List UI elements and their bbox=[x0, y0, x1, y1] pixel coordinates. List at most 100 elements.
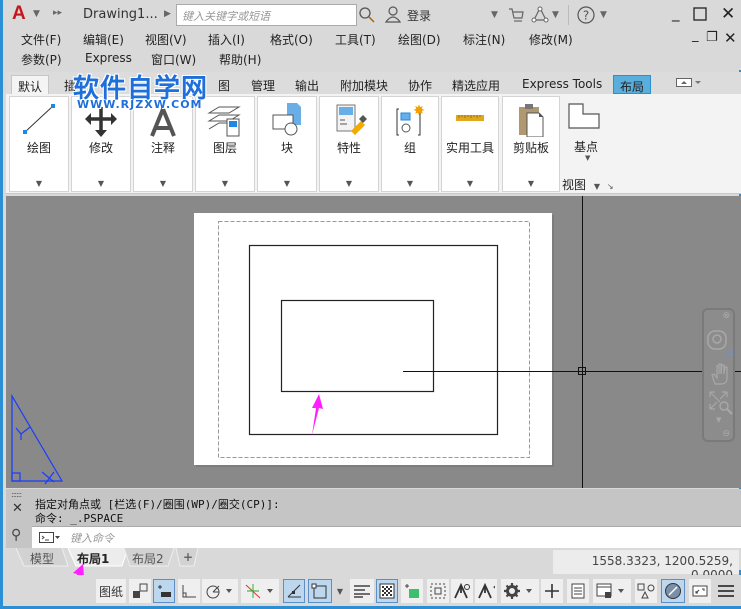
panel-group[interactable]: ✸ 组 ▼ bbox=[381, 96, 439, 192]
maximize-viewport-button[interactable] bbox=[129, 579, 151, 603]
panel-clipboard-expand-icon[interactable]: ▼ bbox=[503, 179, 559, 188]
command-input[interactable]: 键入命令 bbox=[32, 526, 741, 548]
object-snap-tracking-button[interactable] bbox=[241, 579, 279, 603]
tab-collaborate[interactable]: 协作 bbox=[402, 75, 438, 94]
panel-draw[interactable]: 绘图 ▼ bbox=[9, 96, 69, 192]
ortho-button[interactable] bbox=[178, 579, 200, 603]
auto-scale-button[interactable]: ✦ bbox=[475, 579, 497, 603]
isolate-objects-button[interactable] bbox=[635, 579, 657, 603]
menu-express[interactable]: Express bbox=[85, 51, 132, 65]
tab-model[interactable]: 模型 bbox=[30, 550, 54, 567]
close-button[interactable]: ✕ bbox=[721, 4, 735, 24]
doc-minimize-button[interactable]: _ bbox=[692, 28, 699, 43]
autocad-logo-icon[interactable]: A bbox=[12, 4, 30, 24]
tab-view[interactable]: 图 bbox=[212, 75, 236, 94]
view-panel-launcher-icon[interactable]: ↘ bbox=[607, 182, 614, 191]
drawing-canvas[interactable]: ⊗ 2D ▼ ⊖ bbox=[6, 196, 741, 488]
paper-space-button[interactable]: 图纸 bbox=[96, 579, 126, 603]
basepoint-button[interactable]: 基点 ▼ bbox=[566, 102, 602, 162]
app-menu-dropdown-icon[interactable]: ▼ bbox=[33, 9, 40, 19]
help-dropdown-icon[interactable]: ▼ bbox=[600, 10, 607, 20]
menu-modify[interactable]: 修改(M) bbox=[529, 31, 573, 48]
panel-group-expand-icon[interactable]: ▼ bbox=[382, 179, 438, 188]
menu-window[interactable]: 窗口(W) bbox=[151, 51, 196, 68]
3d-osnap-button[interactable] bbox=[427, 579, 449, 603]
panel-block-expand-icon[interactable]: ▼ bbox=[258, 179, 316, 188]
login-dropdown-icon[interactable]: ▼ bbox=[491, 10, 498, 20]
menu-insert[interactable]: 插入(I) bbox=[208, 31, 245, 48]
menu-help[interactable]: 帮助(H) bbox=[219, 51, 261, 68]
tab-layout[interactable]: 布局 bbox=[613, 75, 652, 94]
zoom-extents-icon[interactable] bbox=[707, 389, 735, 417]
maximize-button[interactable] bbox=[693, 7, 707, 21]
units-button[interactable] bbox=[567, 579, 589, 603]
doc-close-button[interactable]: ✕ bbox=[724, 29, 737, 47]
menu-draw[interactable]: 绘图(D) bbox=[398, 31, 441, 48]
view-panel-dropdown-icon[interactable]: ▼ bbox=[594, 182, 600, 191]
search-input[interactable]: 键入关键字或短语 bbox=[176, 4, 357, 26]
annotation-scale-button[interactable] bbox=[451, 579, 473, 603]
autodesk-a360-icon[interactable] bbox=[531, 6, 549, 23]
command-prompt-icon[interactable] bbox=[39, 532, 61, 544]
menu-edit[interactable]: 编辑(E) bbox=[83, 31, 124, 48]
clean-screen-button[interactable] bbox=[689, 579, 711, 603]
pan-hand-icon[interactable] bbox=[709, 362, 733, 386]
object-snap-dropdown[interactable]: ▼ bbox=[333, 579, 347, 603]
selection-cycling-button[interactable] bbox=[401, 579, 423, 603]
panel-utilities[interactable]: 实用工具 ▼ bbox=[441, 96, 499, 192]
workspace-switching-button[interactable] bbox=[501, 579, 539, 603]
panel-properties[interactable]: 特性 ▼ bbox=[319, 96, 379, 192]
command-close-icon[interactable]: ✕ bbox=[12, 501, 23, 516]
basepoint-dropdown-icon[interactable]: ▼ bbox=[585, 154, 590, 162]
navbar-close-icon[interactable]: ⊗ bbox=[722, 311, 730, 321]
cart-icon[interactable] bbox=[508, 7, 524, 23]
panel-layers[interactable]: 图层 ▼ bbox=[195, 96, 255, 192]
menu-view[interactable]: 视图(V) bbox=[145, 31, 187, 48]
tab-express-tools[interactable]: Express Tools bbox=[516, 75, 608, 94]
tab-manage[interactable]: 管理 bbox=[245, 75, 281, 94]
user-icon[interactable] bbox=[384, 6, 402, 23]
navbar-options-icon[interactable]: ⊖ bbox=[722, 429, 730, 439]
panel-utilities-expand-icon[interactable]: ▼ bbox=[442, 179, 498, 188]
add-layout-button[interactable]: + bbox=[183, 550, 193, 564]
login-button[interactable]: 登录 bbox=[407, 7, 431, 24]
coordinates-readout[interactable]: 1558.3323, 1200.5259, 0.0000 bbox=[553, 550, 739, 582]
steering-wheel-icon[interactable]: 2D bbox=[706, 328, 734, 358]
panel-properties-expand-icon[interactable]: ▼ bbox=[320, 179, 378, 188]
view-panel-title[interactable]: 视图 ▼ ↘ bbox=[562, 176, 614, 193]
tab-default[interactable]: 默认 bbox=[11, 75, 50, 94]
panel-annotation-expand-icon[interactable]: ▼ bbox=[134, 179, 192, 188]
panel-draw-expand-icon[interactable]: ▼ bbox=[10, 179, 68, 188]
tab-addins[interactable]: 附加模块 bbox=[334, 75, 394, 94]
navbar-dropdown-icon[interactable]: ▼ bbox=[716, 416, 721, 424]
lineweight-button[interactable] bbox=[283, 579, 305, 603]
annotation-monitor-button[interactable] bbox=[541, 579, 563, 603]
lock-ui-button[interactable] bbox=[593, 579, 631, 603]
panel-block[interactable]: 块 ▼ bbox=[257, 96, 317, 192]
polar-tracking-button[interactable] bbox=[202, 579, 238, 603]
tab-featured-apps[interactable]: 精选应用 bbox=[446, 75, 506, 94]
panel-layers-expand-icon[interactable]: ▼ bbox=[196, 179, 254, 188]
panel-clipboard[interactable]: 剪贴板 ▼ bbox=[502, 96, 560, 192]
doc-restore-button[interactable]: ❐ bbox=[706, 30, 718, 45]
title-arrow-icon[interactable]: ▶ bbox=[164, 9, 171, 19]
minimize-button[interactable]: _ bbox=[672, 4, 680, 22]
menu-tools[interactable]: 工具(T) bbox=[335, 31, 376, 48]
command-grip-icon[interactable]: :::::: bbox=[11, 490, 22, 499]
quick-access-expand-icon[interactable]: ▸▸ bbox=[53, 8, 62, 18]
ribbon-minimize-icon[interactable] bbox=[676, 78, 702, 88]
menu-file[interactable]: 文件(F) bbox=[21, 31, 61, 48]
customize-wrench-icon[interactable]: ⚲ bbox=[11, 527, 21, 543]
panel-modify-expand-icon[interactable]: ▼ bbox=[72, 179, 130, 188]
object-snap-button[interactable] bbox=[308, 579, 332, 603]
search-icon[interactable] bbox=[359, 7, 375, 23]
menu-format[interactable]: 格式(O) bbox=[270, 31, 313, 48]
annotation-visibility-button[interactable] bbox=[350, 579, 374, 603]
menu-parameters[interactable]: 参数(P) bbox=[21, 51, 62, 68]
snap-grid-button[interactable] bbox=[153, 579, 175, 603]
customization-menu-button[interactable] bbox=[714, 579, 738, 603]
menu-dimension[interactable]: 标注(N) bbox=[463, 31, 505, 48]
hardware-acceleration-button[interactable] bbox=[661, 579, 685, 603]
transparency-button[interactable] bbox=[376, 579, 398, 603]
tab-layout2[interactable]: 布局2 bbox=[132, 550, 164, 567]
